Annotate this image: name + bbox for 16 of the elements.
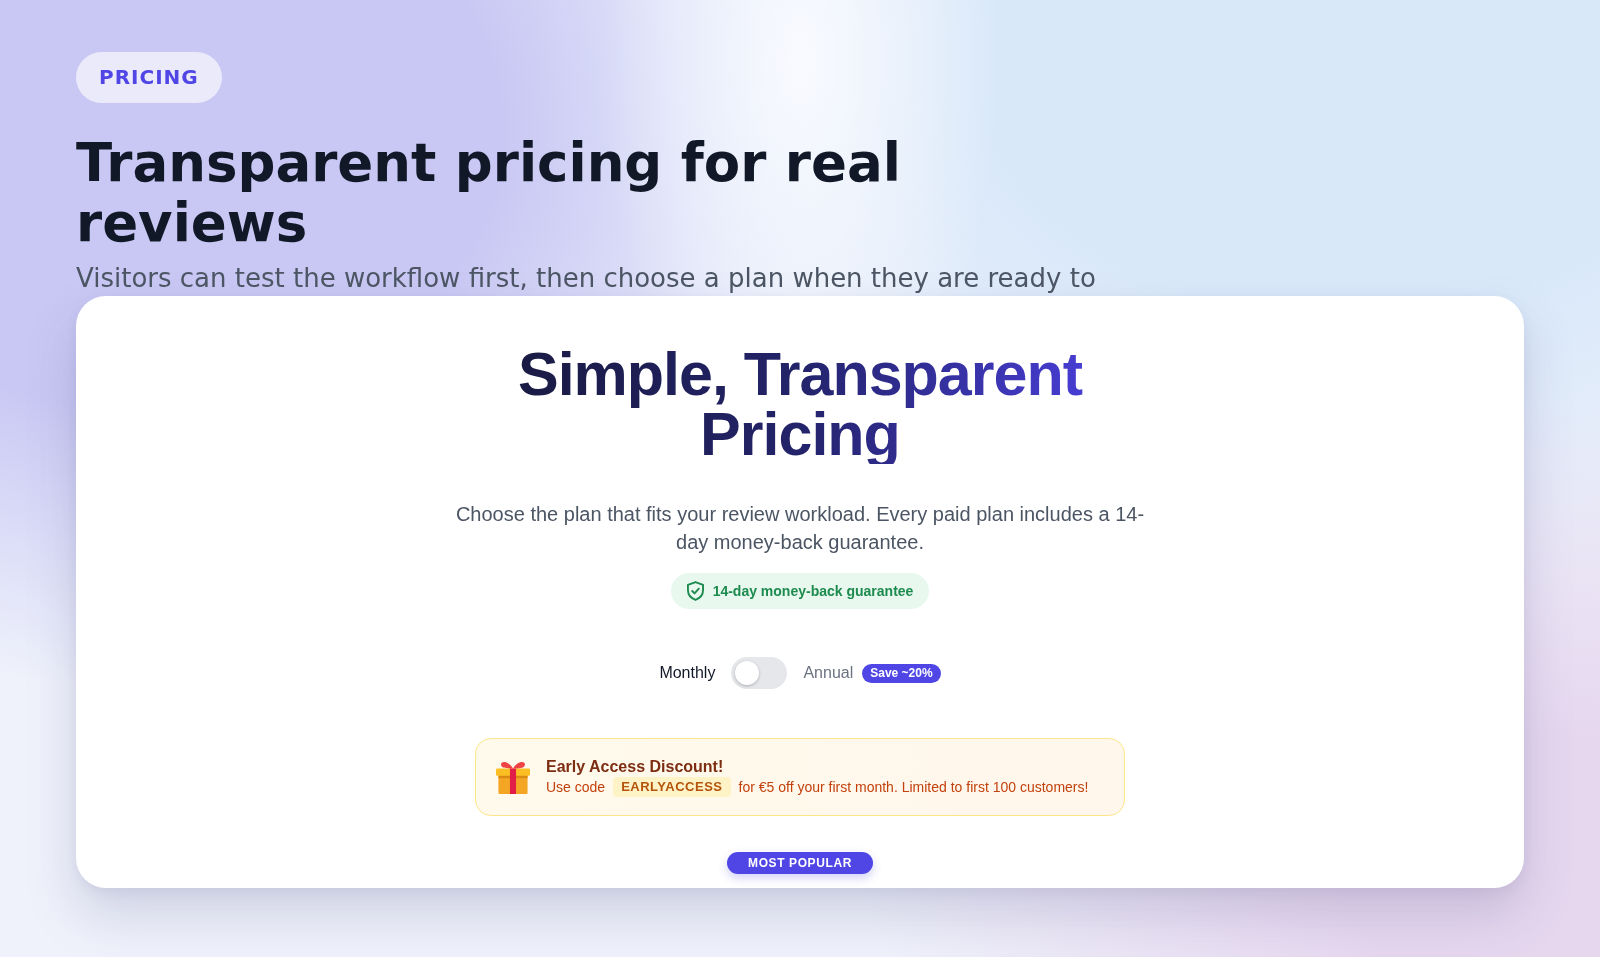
- page-subtitle: Visitors can test the workflow first, then choose a plan when they are ready to: [76, 262, 1096, 295]
- section-eyebrow: PRICING: [76, 52, 222, 103]
- promo-code: EARLYACCESS: [613, 777, 731, 797]
- discount-text: Use code: [546, 778, 606, 797]
- page-heading: Transparent pricing for real reviews: [76, 133, 902, 253]
- billing-option-label[interactable]: Monthly: [659, 661, 716, 685]
- billing-option-label[interactable]: Annual: [803, 661, 854, 685]
- most-popular-badge: MOST POPULAR: [727, 852, 873, 874]
- gift-icon: [496, 760, 530, 794]
- pricing-description: Choose the plan that fits your review workload. Every paid plan includes a 14-day money-back guarantee.: [454, 502, 1146, 555]
- shield-check-icon: [686, 581, 704, 601]
- billing-toggle-switch[interactable]: [731, 657, 788, 689]
- savings-badge: Save ~20%: [862, 663, 941, 683]
- discount-text: for €5 off your first month. Limited to first 100 customers!: [738, 778, 1089, 797]
- guarantee-text: 14-day money-back guarantee: [712, 581, 914, 601]
- discount-title: Early Access Discount!: [546, 757, 725, 777]
